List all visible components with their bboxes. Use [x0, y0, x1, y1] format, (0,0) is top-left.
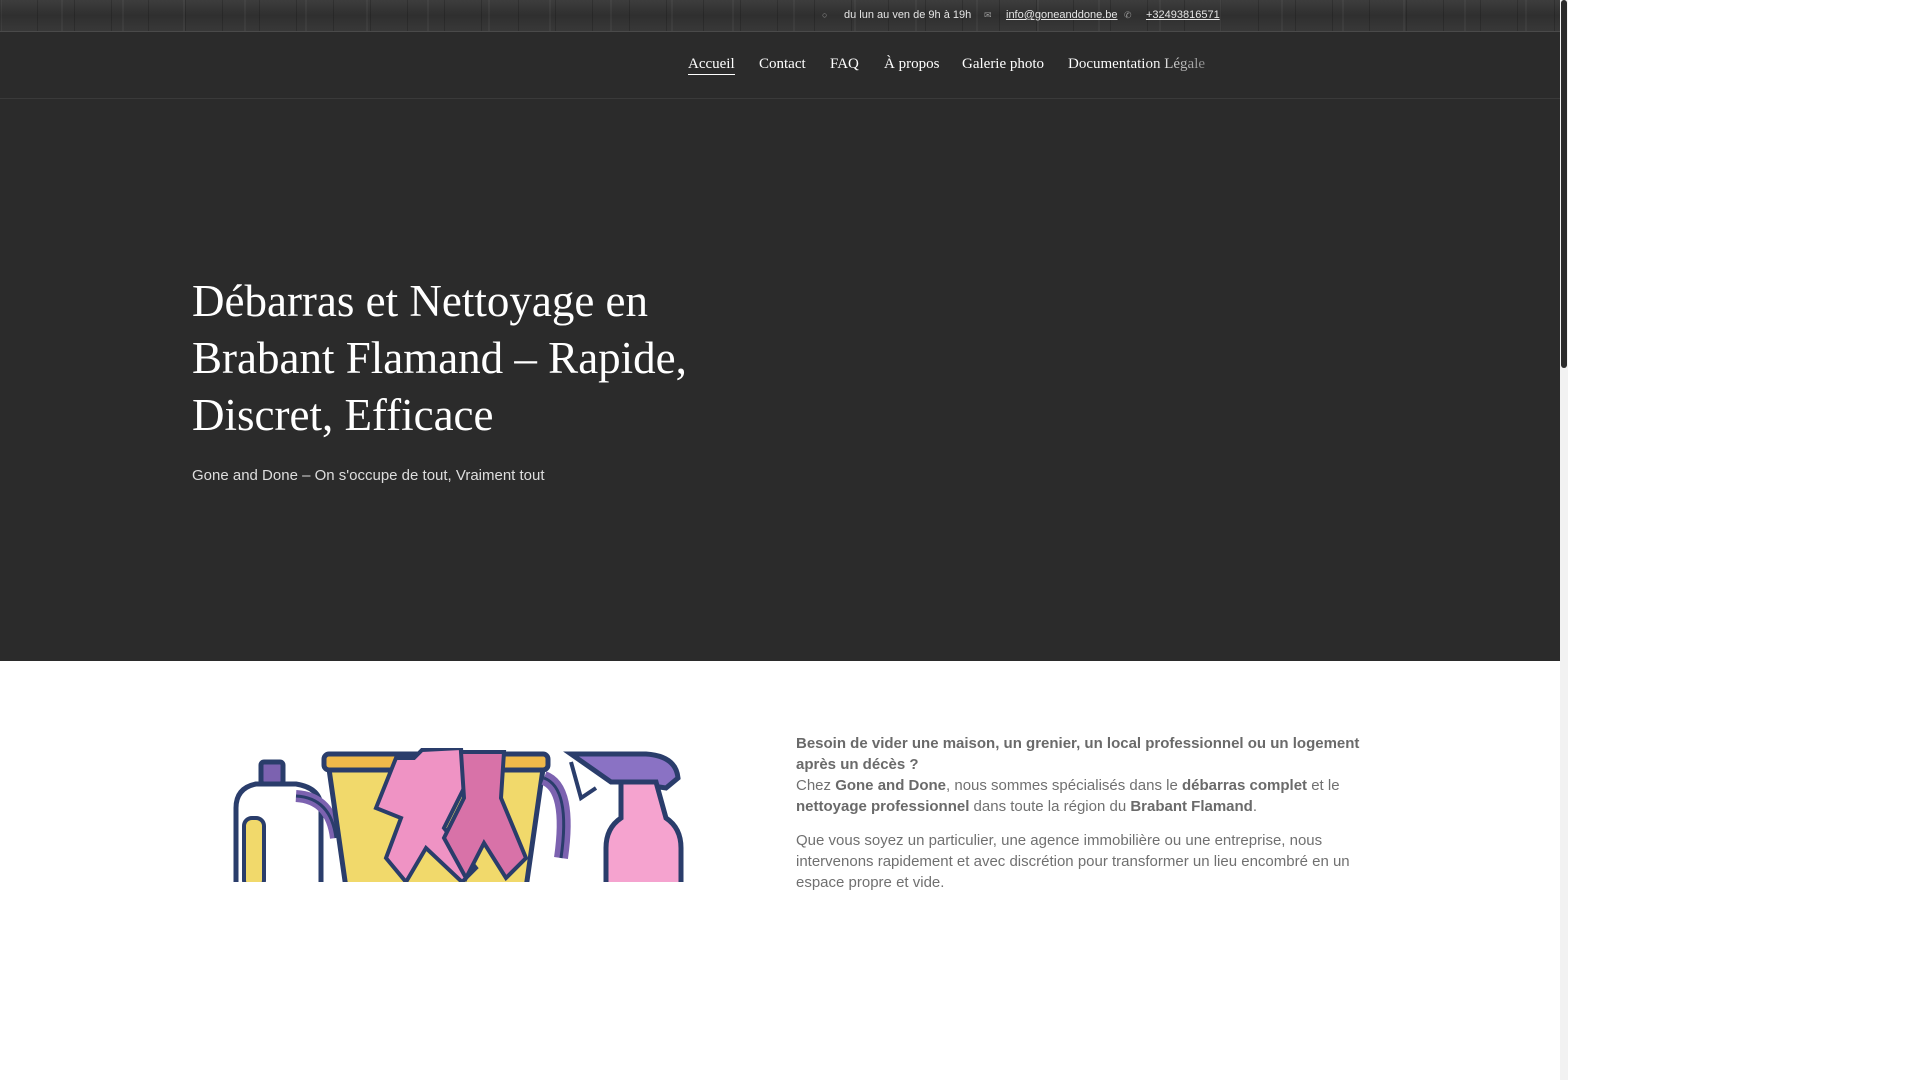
opening-hours: ○ du lun au ven de 9h à 19h — [822, 9, 971, 21]
service-nettoyage: nettoyage professionnel — [796, 798, 970, 815]
cleaning-supplies-illustration — [233, 748, 684, 882]
clock-icon: ○ — [822, 10, 828, 20]
intro-block: Besoin de vider une maison, un grenier, … — [796, 733, 1376, 817]
contact-phone: ✆ +32493816571 — [1124, 9, 1220, 21]
intro-text-1: Chez — [796, 777, 836, 794]
nav-item-documentation-legale[interactable]: Documentation Légale — [1068, 56, 1205, 73]
hero-title: Débarras et Nettoyage en Brabant Flamand… — [192, 276, 687, 440]
intro-question: Besoin de vider une maison, un grenier, … — [796, 735, 1360, 773]
nav-item-a-propos[interactable]: À propos — [884, 56, 939, 73]
contact-email: ✉ info@goneanddone.be — [984, 9, 1118, 21]
brand-name: Gone and Done — [835, 777, 947, 794]
intro-text-3: et le — [1307, 777, 1340, 794]
phone-icon: ✆ — [1124, 10, 1132, 20]
nav-item-accueil[interactable]: Accueil — [688, 56, 735, 75]
intro-text-5: . — [1252, 798, 1258, 815]
email-link[interactable]: info@goneanddone.be — [1006, 9, 1118, 21]
opening-hours-text: du lun au ven de 9h à 19h — [844, 9, 972, 21]
scrollbar-thumb[interactable] — [1561, 0, 1567, 368]
hero-section: Débarras et Nettoyage en Brabant Flamand… — [0, 99, 1560, 661]
top-info-bar: ○ du lun au ven de 9h à 19h ✉ info@gonea… — [0, 0, 1560, 32]
service-debarras: débarras complet — [1181, 777, 1308, 794]
intro-text-2: , nous sommes spécialisés dans le — [946, 777, 1182, 794]
intro-text-4: dans toute la région du — [969, 798, 1131, 815]
region-name: Brabant Flamand — [1130, 798, 1253, 815]
nav-item-galerie-photo[interactable]: Galerie photo — [962, 56, 1044, 73]
nav-item-contact[interactable]: Contact — [759, 56, 806, 73]
intro-paragraph-2: Que vous soyez un particulier, une agenc… — [796, 832, 1350, 891]
phone-link[interactable]: +32493816571 — [1146, 9, 1220, 21]
hero-subtitle: Gone and Done – On s'occupe de tout, Vra… — [192, 467, 545, 484]
envelope-icon: ✉ — [984, 10, 992, 20]
main-navigation: Accueil Contact FAQ À propos Galerie pho… — [0, 32, 1560, 99]
nav-item-faq[interactable]: FAQ — [830, 56, 859, 73]
